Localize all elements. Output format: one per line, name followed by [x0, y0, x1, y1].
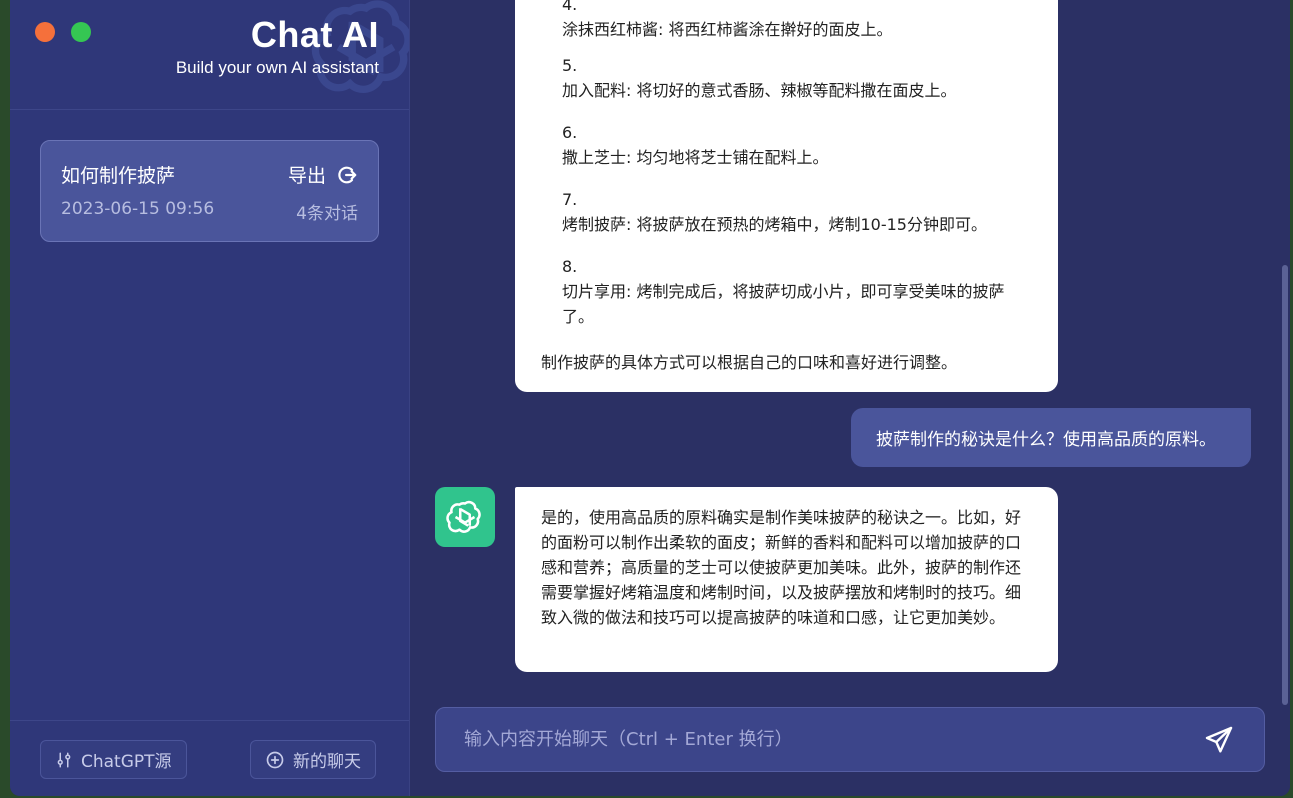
list-item: 7. 烤制披萨: 将披萨放在预热的烤箱中，烤制10-15分钟即可。	[562, 187, 1032, 237]
list-number: 7.	[562, 190, 578, 209]
list-text: 涂抹西红柿酱: 将西红柿酱涂在擀好的面皮上。	[562, 20, 893, 39]
chat-title: 如何制作披萨	[61, 165, 176, 187]
sidebar-header: Chat AI Build your own AI assistant	[10, 0, 409, 110]
logout-icon	[338, 166, 357, 183]
paper-plane-icon	[1205, 726, 1233, 753]
plus-circle-icon	[266, 751, 284, 768]
chat-list-item[interactable]: 如何制作披萨 导出 2023-06-15 09:56 4条对话	[40, 140, 379, 242]
user-message: 披萨制作的秘诀是什么？使用高品质的原料。	[851, 408, 1251, 467]
app-title: Chat AI	[250, 14, 379, 55]
export-button[interactable]: 导出	[288, 161, 358, 188]
assistant-message: 是的，使用高品质的原料确实是制作美味披萨的秘诀之一。比如，好的面粉可以制作出柔软…	[515, 487, 1058, 672]
source-label: ChatGPT源	[81, 752, 172, 772]
message-closing-text: 制作披萨的具体方式可以根据自己的口味和喜好进行调整。	[541, 353, 958, 372]
send-button[interactable]	[1202, 723, 1236, 757]
sliders-icon	[57, 752, 71, 767]
list-number: 8.	[562, 257, 578, 276]
sidebar: Chat AI Build your own AI assistant 如何制作…	[10, 0, 410, 796]
chat-date: 2023-06-15 09:56	[61, 199, 215, 219]
message-input[interactable]	[464, 729, 1202, 750]
list-text: 切片享用: 烤制完成后，将披萨切成小片，即可享受美味的披萨了。	[562, 282, 1005, 326]
openai-logo-icon	[446, 500, 481, 533]
chat-scrollbar[interactable]	[1282, 265, 1288, 705]
list-item: 5. 加入配料: 将切好的意式香肠、辣椒等配料撒在面皮上。	[562, 53, 1032, 103]
list-item: 4. 涂抹西红柿酱: 将西红柿酱涂在擀好的面皮上。	[562, 0, 1032, 42]
window-controls	[35, 22, 91, 42]
assistant-message: 4. 涂抹西红柿酱: 将西红柿酱涂在擀好的面皮上。 5. 加入配料: 将切好的意…	[515, 0, 1058, 392]
chatgpt-source-button[interactable]: ChatGPT源	[40, 740, 187, 779]
app-subtitle: Build your own AI assistant	[175, 58, 379, 77]
list-number: 6.	[562, 123, 578, 142]
chat-main: 4. 涂抹西红柿酱: 将西红柿酱涂在擀好的面皮上。 5. 加入配料: 将切好的意…	[410, 0, 1290, 796]
new-chat-label: 新的聊天	[293, 752, 361, 772]
sidebar-footer: ChatGPT源 新的聊天	[10, 720, 409, 796]
app-window: Chat AI Build your own AI assistant 如何制作…	[10, 0, 1290, 796]
assistant-avatar	[435, 487, 495, 547]
new-chat-button[interactable]: 新的聊天	[250, 740, 376, 779]
list-text: 烤制披萨: 将披萨放在预热的烤箱中，烤制10-15分钟即可。	[562, 215, 987, 234]
list-number: 4.	[562, 0, 578, 14]
list-item: 8. 切片享用: 烤制完成后，将披萨切成小片，即可享受美味的披萨了。	[562, 254, 1032, 329]
list-text: 撒上芝士: 均匀地将芝士铺在配料上。	[562, 148, 829, 167]
chat-message-count: 4条对话	[296, 204, 358, 224]
list-item: 6. 撒上芝士: 均匀地将芝士铺在配料上。	[562, 120, 1032, 170]
list-text: 加入配料: 将切好的意式香肠、辣椒等配料撒在面皮上。	[562, 81, 957, 100]
close-window-button[interactable]	[35, 22, 55, 42]
export-label: 导出	[287, 165, 326, 187]
message-composer	[435, 707, 1265, 772]
zoom-window-button[interactable]	[71, 22, 91, 42]
list-number: 5.	[562, 56, 578, 75]
